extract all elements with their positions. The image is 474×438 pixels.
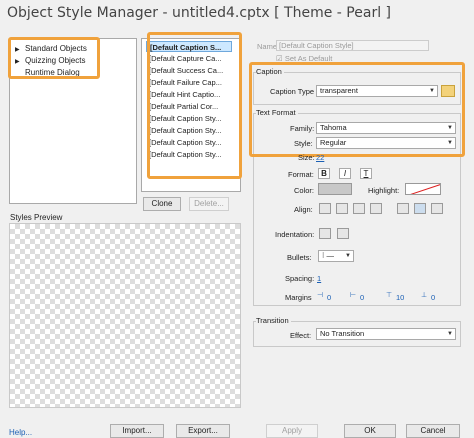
spacing-value[interactable]: 1 [317,274,321,283]
margin-bottom-value[interactable]: 0 [431,293,435,302]
apply-button[interactable]: Apply [266,424,318,438]
export-button[interactable]: Export... [176,424,230,438]
format-label: Format: [288,170,314,179]
underline-button[interactable]: T [360,168,372,179]
bullets-label: Bullets: [287,253,312,262]
name-field[interactable]: [Default Caption Style] [276,40,429,51]
highlight-box-caption-format [249,62,465,157]
cancel-button[interactable]: Cancel [406,424,460,438]
valign-bottom-icon[interactable] [431,203,443,214]
bold-button[interactable]: B [318,168,330,179]
styles-preview [9,223,241,408]
size-value[interactable]: 22 [316,153,324,162]
chevron-down-icon: ▼ [447,331,453,337]
delete-button[interactable]: Delete... [189,197,229,211]
margin-left-icon: ⊣ [317,292,324,299]
import-button[interactable]: Import... [110,424,164,438]
margin-bottom-icon: ⊥ [421,292,428,299]
indent-decrease-icon[interactable] [319,228,331,239]
window-title: Object Style Manager - untitled4.cptx [ … [7,5,391,21]
highlight-box-tree [8,37,100,79]
bullets-select[interactable]: ⁝ — ▼ [318,250,354,262]
margin-right-icon: ⊢ [350,292,357,299]
valign-top-icon[interactable] [397,203,409,214]
highlight-color-swatch[interactable] [405,183,441,195]
margin-top-value[interactable]: 10 [396,293,404,302]
indentation-label: Indentation: [275,230,315,239]
margins-label: Margins [285,293,312,302]
effect-label: Effect: [290,331,312,340]
valign-middle-icon[interactable] [414,203,426,214]
clone-button[interactable]: Clone [143,197,181,211]
spacing-label: Spacing: [285,274,315,283]
margin-left-value[interactable]: 0 [327,293,331,302]
highlight-label: Highlight: [368,186,400,195]
italic-button[interactable]: I [339,168,351,179]
no-color-icon [410,184,440,194]
indent-increase-icon[interactable] [337,228,349,239]
bullets-icon: ⁝ — [322,251,334,260]
text-color-swatch[interactable] [318,183,352,195]
align-left-icon[interactable] [319,203,331,214]
color-label: Color: [294,186,315,195]
transition-group-label: Transition [256,316,291,325]
margin-right-value[interactable]: 0 [360,293,364,302]
align-right-icon[interactable] [353,203,365,214]
size-label: Size: [298,153,315,162]
name-label: Name [257,42,278,51]
margin-top-icon: ⊤ [386,292,393,299]
transition-effect-select[interactable]: No Transition ▼ [316,328,456,340]
ok-button[interactable]: OK [344,424,396,438]
styles-preview-label: Styles Preview [10,213,63,222]
align-center-icon[interactable] [336,203,348,214]
align-justify-icon[interactable] [370,203,382,214]
help-link[interactable]: Help... [9,428,32,437]
highlight-box-styles [147,32,242,179]
transition-effect-value: No Transition [320,329,365,338]
chevron-down-icon: ▼ [345,253,351,259]
align-label: Align: [294,205,313,214]
